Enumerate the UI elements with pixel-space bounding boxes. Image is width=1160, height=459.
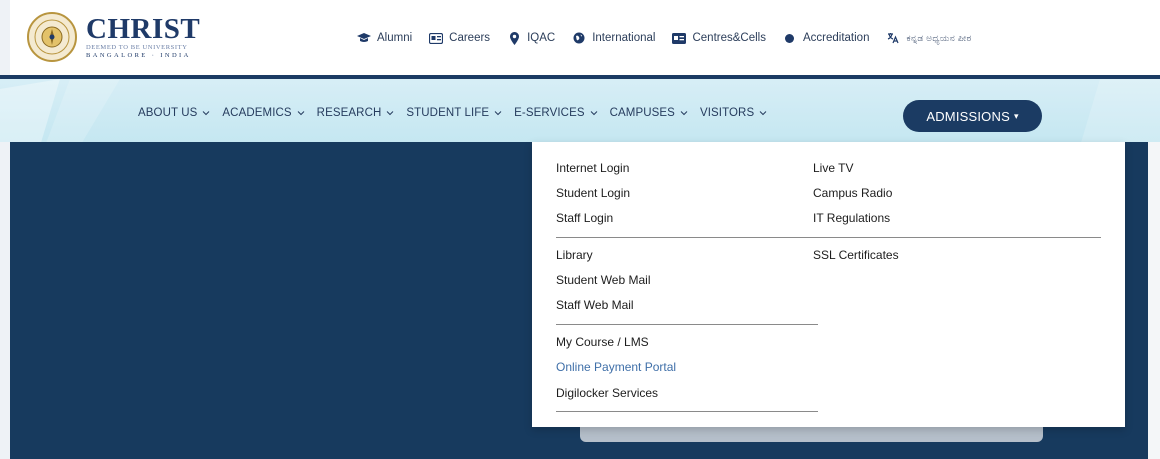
- dot-icon: [783, 31, 797, 45]
- menu-item-live-tv[interactable]: Live TV: [813, 161, 853, 175]
- menu-item-library[interactable]: Library: [556, 248, 593, 262]
- nav-item-label: CAMPUSES: [609, 107, 675, 119]
- menu-item-staff-login[interactable]: Staff Login: [556, 211, 613, 225]
- top-link-centres-cells-label: Centres&Cells: [692, 32, 766, 44]
- menu-divider: [556, 411, 818, 412]
- globe-icon: [572, 31, 586, 45]
- nav-item-label: STUDENT LIFE: [406, 107, 490, 119]
- nav-item-label: VISITORS: [699, 107, 755, 119]
- top-link-international-label: International: [592, 32, 656, 44]
- nav-item-academics[interactable]: ACADEMICS: [222, 107, 305, 119]
- nav-item-visitors[interactable]: VISITORS: [700, 107, 768, 119]
- chevron-down-icon: [297, 111, 305, 116]
- top-link-alumni[interactable]: Alumni: [357, 31, 412, 45]
- menu-item-student-login[interactable]: Student Login: [556, 186, 630, 200]
- nav-item-research[interactable]: RESEARCH: [317, 107, 396, 119]
- top-link-careers[interactable]: Careers: [429, 31, 490, 45]
- main-navigation: ABOUT US ACADEMICS RESEARCH STUDENT LIFE…: [0, 75, 1160, 142]
- nav-item-label: ACADEMICS: [222, 107, 292, 119]
- menu-item-online-payment-portal[interactable]: Online Payment Portal: [556, 360, 676, 374]
- logo-name: CHRIST: [86, 13, 201, 45]
- graduation-cap-icon: [357, 31, 371, 45]
- nav-menu: ABOUT US ACADEMICS RESEARCH STUDENT LIFE…: [138, 107, 779, 119]
- top-link-careers-label: Careers: [449, 32, 491, 44]
- top-link-alumni-label: Alumni: [377, 32, 413, 44]
- nav-item-label: ABOUT US: [138, 107, 198, 119]
- logo-subtitle: DEEMED TO BE UNIVERSITY: [86, 44, 188, 51]
- top-link-accreditation-label: Accreditation: [802, 32, 870, 44]
- top-link-iqac[interactable]: IQAC: [507, 31, 555, 45]
- menu-item-internet-login[interactable]: Internet Login: [556, 161, 629, 175]
- chevron-down-icon: [387, 111, 394, 116]
- top-header: CHRIST DEEMED TO BE UNIVERSITY BANGALORE…: [0, 0, 1160, 75]
- menu-item-staff-web-mail[interactable]: Staff Web Mail: [556, 298, 634, 312]
- top-link-centres-cells[interactable]: Centres&Cells: [672, 31, 766, 45]
- menu-item-digilocker-services[interactable]: Digilocker Services: [556, 386, 658, 400]
- map-pin-icon: [507, 31, 521, 45]
- menu-divider: [556, 237, 818, 238]
- nav-item-about-us[interactable]: ABOUT US: [138, 107, 211, 119]
- top-link-kannada-chair[interactable]: ಕನ್ನಡ ಅಧ್ಯಯನ ಪೀಠ: [886, 31, 971, 45]
- admissions-button[interactable]: ADMISSIONS ▾: [903, 100, 1042, 132]
- menu-item-my-course-lms[interactable]: My Course / LMS: [556, 335, 649, 349]
- id-card-icon: [429, 31, 444, 45]
- nav-item-label: E-SERVICES: [514, 107, 585, 119]
- christ-university-logo[interactable]: CHRIST DEEMED TO BE UNIVERSITY BANGALORE…: [26, 10, 200, 64]
- menu-divider: [813, 237, 1101, 238]
- nav-item-e-services[interactable]: E-SERVICES: [514, 107, 598, 119]
- admissions-button-label: ADMISSIONS: [926, 108, 1010, 124]
- chevron-down-icon: [203, 111, 210, 116]
- nav-item-campuses[interactable]: CAMPUSES: [610, 107, 689, 119]
- nav-item-student-life[interactable]: STUDENT LIFE: [406, 107, 503, 119]
- menu-item-ssl-certificates[interactable]: SSL Certificates: [813, 248, 899, 262]
- university-seal-icon: [27, 12, 77, 62]
- chevron-down-icon: [494, 111, 502, 116]
- language-icon: [886, 31, 900, 45]
- menu-item-campus-radio[interactable]: Campus Radio: [813, 186, 892, 200]
- top-link-kannada-chair-label: ಕನ್ನಡ ಅಧ್ಯಯನ ಪೀಠ: [906, 32, 972, 43]
- building-badge-icon: [672, 31, 687, 45]
- e-services-dropdown: Internet Login Student Login Staff Login…: [532, 142, 1125, 427]
- top-link-accreditation[interactable]: Accreditation: [783, 31, 869, 45]
- nav-item-label: RESEARCH: [316, 107, 382, 119]
- logo-location: BANGALORE · INDIA: [86, 52, 191, 59]
- page-edge: [0, 142, 10, 459]
- chevron-down-icon: [590, 111, 597, 116]
- menu-divider: [556, 324, 818, 325]
- chevron-down-icon: [680, 111, 688, 116]
- top-link-iqac-label: IQAC: [527, 32, 556, 44]
- menu-item-student-web-mail[interactable]: Student Web Mail: [556, 273, 651, 287]
- top-link-international[interactable]: International: [572, 31, 655, 45]
- top-links: Alumni Careers IQAC International Centre…: [357, 29, 989, 47]
- chevron-down-icon: [759, 111, 767, 116]
- caret-down-icon: ▾: [1013, 110, 1019, 121]
- menu-item-it-regulations[interactable]: IT Regulations: [813, 211, 890, 225]
